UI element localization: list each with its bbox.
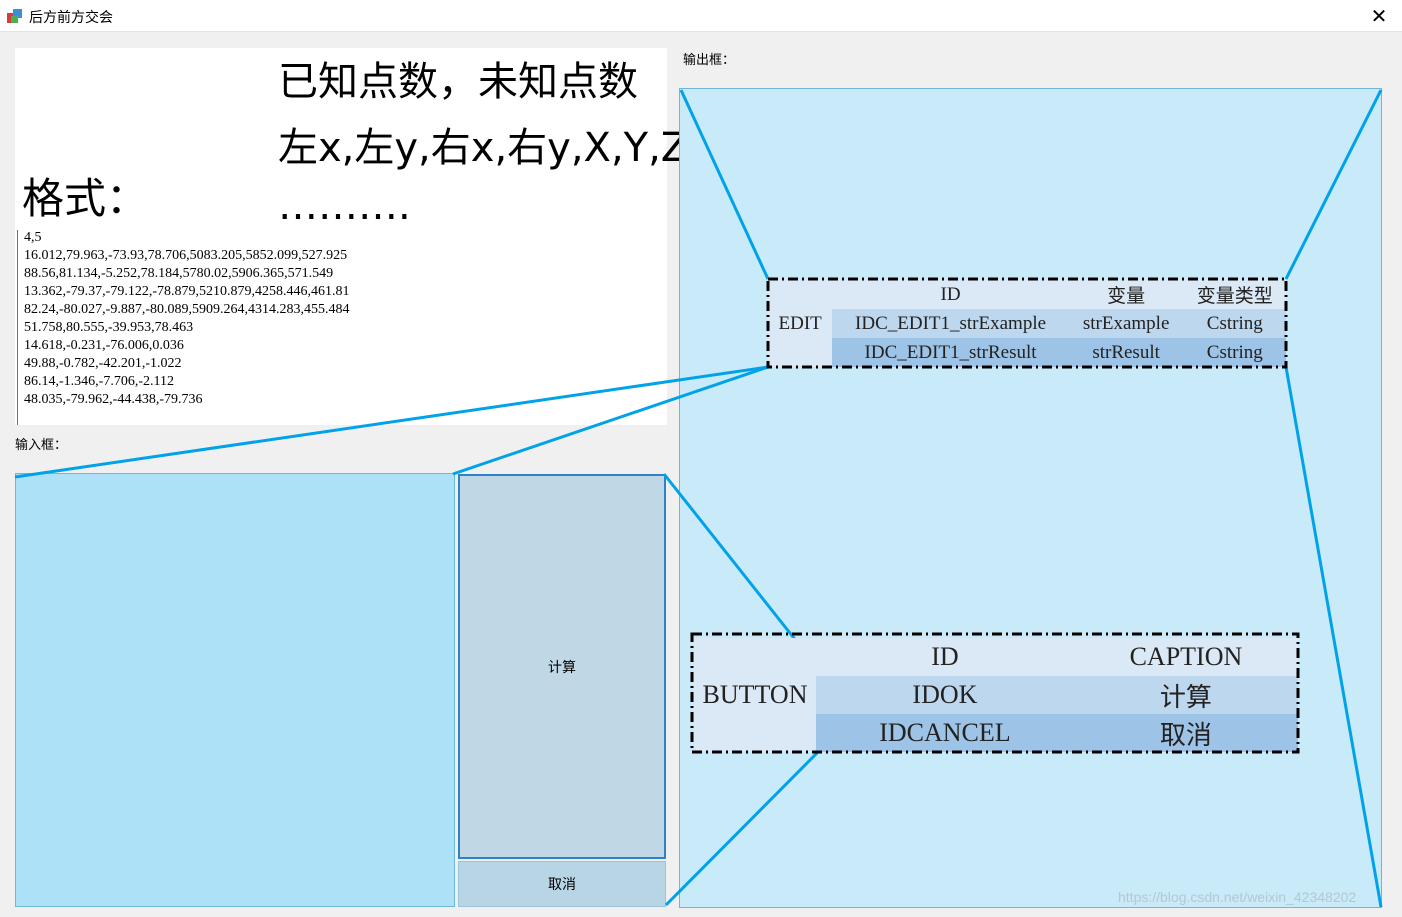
button-header-caption: CAPTION bbox=[1073, 638, 1298, 676]
format-line-counts: 已知点数，未知点数 bbox=[278, 59, 638, 105]
format-heading: 格式： bbox=[22, 174, 149, 223]
edit-cell: IDC_EDIT1_strExample bbox=[832, 309, 1069, 338]
calculate-button[interactable]: 计算 bbox=[458, 474, 666, 859]
edit-header-variable: 变量 bbox=[1068, 280, 1184, 309]
close-button[interactable]: ✕ bbox=[1356, 0, 1402, 32]
data-line: 51.758,80.555,-39.953,78.463 bbox=[24, 320, 194, 335]
cancel-button[interactable]: 取消 bbox=[458, 861, 666, 907]
button-header-id: ID bbox=[816, 638, 1074, 676]
data-line: 48.035,-79.962,-44.438,-79.736 bbox=[24, 392, 203, 407]
edit-control-table: EDIT ID 变量 变量类型 IDC_EDIT1_strExample str… bbox=[768, 280, 1286, 367]
format-line-ellipsis: ………. bbox=[278, 183, 411, 229]
output-label: 输出框： bbox=[683, 53, 736, 68]
text-divider bbox=[17, 230, 18, 425]
output-textbox[interactable] bbox=[679, 88, 1382, 908]
input-label: 输入框： bbox=[15, 438, 68, 453]
edit-cell: strResult bbox=[1068, 338, 1184, 367]
edit-cell: strExample bbox=[1068, 309, 1184, 338]
format-line-columns: 左x,左y,右x,右y,X,Y,Z bbox=[278, 125, 689, 171]
data-line: 16.012,79.963,-73.93,78.706,5083.205,585… bbox=[24, 248, 348, 263]
data-line: 86.14,-1.346,-7.706,-2.112 bbox=[24, 374, 174, 389]
title-bar: 后方前方交会 ✕ bbox=[0, 0, 1402, 32]
app-icon bbox=[7, 9, 22, 23]
edit-cell: IDC_EDIT1_strResult bbox=[832, 338, 1069, 367]
edit-cell: Cstring bbox=[1183, 309, 1286, 338]
button-cell: IDOK bbox=[816, 676, 1074, 714]
sample-data: 4,5 16.012,79.963,-73.93,78.706,5083.205… bbox=[24, 229, 350, 409]
data-line: 82.24,-80.027,-9.887,-80.089,5909.264,43… bbox=[24, 302, 350, 317]
window-title: 后方前方交会 bbox=[29, 10, 113, 26]
edit-cell: Cstring bbox=[1183, 338, 1286, 367]
button-cell: IDCANCEL bbox=[816, 714, 1074, 752]
data-line: 49.88,-0.782,-42.201,-1.022 bbox=[24, 356, 182, 371]
input-textbox[interactable] bbox=[15, 473, 455, 907]
button-cell: 计算 bbox=[1073, 676, 1298, 714]
data-line: 13.362,-79.37,-79.122,-78.879,5210.879,4… bbox=[24, 284, 350, 299]
edit-header-type: 变量类型 bbox=[1183, 280, 1286, 309]
button-cell: 取消 bbox=[1073, 714, 1298, 752]
data-line: 4,5 bbox=[24, 230, 42, 245]
data-line: 14.618,-0.231,-76.006,0.036 bbox=[24, 338, 184, 353]
edit-type-label: EDIT bbox=[768, 280, 833, 367]
button-control-table: BUTTON ID CAPTION IDOK 计算 IDCANCEL 取消 bbox=[694, 638, 1298, 752]
edit-header-id: ID bbox=[832, 280, 1069, 309]
watermark: https://blog.csdn.net/weixin_42348202 bbox=[1118, 889, 1357, 905]
button-type-label: BUTTON bbox=[694, 638, 816, 752]
data-line: 88.56,81.134,-5.252,78.184,5780.02,5906.… bbox=[24, 266, 334, 281]
